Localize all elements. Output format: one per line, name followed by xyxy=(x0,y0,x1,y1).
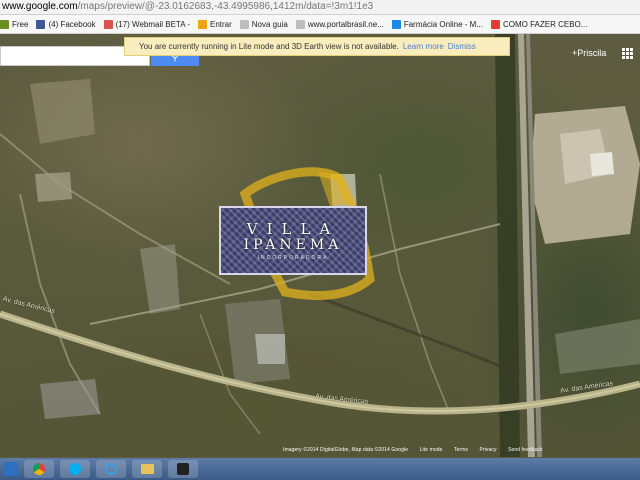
bookmark-nova-guia[interactable]: Nova guia xyxy=(239,19,288,29)
windows-start-icon[interactable] xyxy=(4,462,18,476)
logo-line-1: VILLA xyxy=(246,219,340,238)
bookmark-entrar[interactable]: Entrar xyxy=(197,19,232,29)
attribution-terms[interactable]: Terms xyxy=(454,447,468,453)
apps-grid-icon[interactable] xyxy=(622,48,633,59)
bookmark-icon xyxy=(0,19,9,29)
satellite-map[interactable]: ⚲ You are currently running in Lite mode… xyxy=(0,34,640,457)
learn-more-link[interactable]: Learn more xyxy=(403,42,444,51)
windows-icon xyxy=(197,19,207,29)
bookmark-portalbrasil[interactable]: www.portalbrasil.ne... xyxy=(295,19,384,29)
pharmacy-icon xyxy=(391,19,401,29)
media-icon[interactable] xyxy=(168,460,198,478)
chrome-icon[interactable] xyxy=(24,460,54,478)
user-account-link[interactable]: +Priscila xyxy=(572,48,606,58)
lite-mode-notice: You are currently running in Lite mode a… xyxy=(124,37,510,56)
url-host: www.google.com xyxy=(2,1,78,12)
skype-icon[interactable] xyxy=(60,460,90,478)
bookmark-free[interactable]: Free xyxy=(0,19,28,29)
bookmark-facebook[interactable]: (4) Facebook xyxy=(36,19,96,29)
bookmark-como-fazer[interactable]: COMO FAZER CEBO... xyxy=(490,19,587,29)
webmail-icon xyxy=(103,19,113,29)
attribution-imagery: Imagery ©2014 DigitalGlobe, Map data ©20… xyxy=(283,447,409,453)
bookmarks-bar: Free (4) Facebook (17) Webmail BETA - En… xyxy=(0,15,640,34)
page-icon xyxy=(295,19,305,29)
logo-line-3: INCORPORADORA xyxy=(257,254,329,261)
facebook-icon xyxy=(36,19,46,29)
bookmark-webmail[interactable]: (17) Webmail BETA - xyxy=(103,19,190,29)
attribution-feedback[interactable]: Send feedback xyxy=(508,447,543,453)
villa-ipanema-logo: VILLA IPANEMA INCORPORADORA xyxy=(219,206,367,275)
map-attribution: Imagery ©2014 DigitalGlobe, Map data ©20… xyxy=(283,447,553,453)
address-bar[interactable]: www.google.com/maps/preview/@-23.0162683… xyxy=(0,0,640,15)
bookmark-farmacia[interactable]: Farmácia Online - M... xyxy=(391,19,483,29)
url-text[interactable]: www.google.com/maps/preview/@-23.0162683… xyxy=(2,1,373,12)
windows-taskbar xyxy=(0,458,640,480)
attribution-lite-mode[interactable]: Lite mode xyxy=(420,447,443,453)
page-icon xyxy=(239,19,249,29)
video-icon xyxy=(490,19,500,29)
explorer-icon[interactable] xyxy=(132,460,162,478)
notice-text: You are currently running in Lite mode a… xyxy=(139,42,399,51)
dismiss-link[interactable]: Dismiss xyxy=(448,42,476,51)
url-path: /maps/preview/@-23.0162683,-43.4995986,1… xyxy=(77,1,374,12)
logo-line-2: IPANEMA xyxy=(243,236,343,253)
attribution-privacy[interactable]: Privacy xyxy=(480,447,497,453)
ie-icon[interactable] xyxy=(96,460,126,478)
